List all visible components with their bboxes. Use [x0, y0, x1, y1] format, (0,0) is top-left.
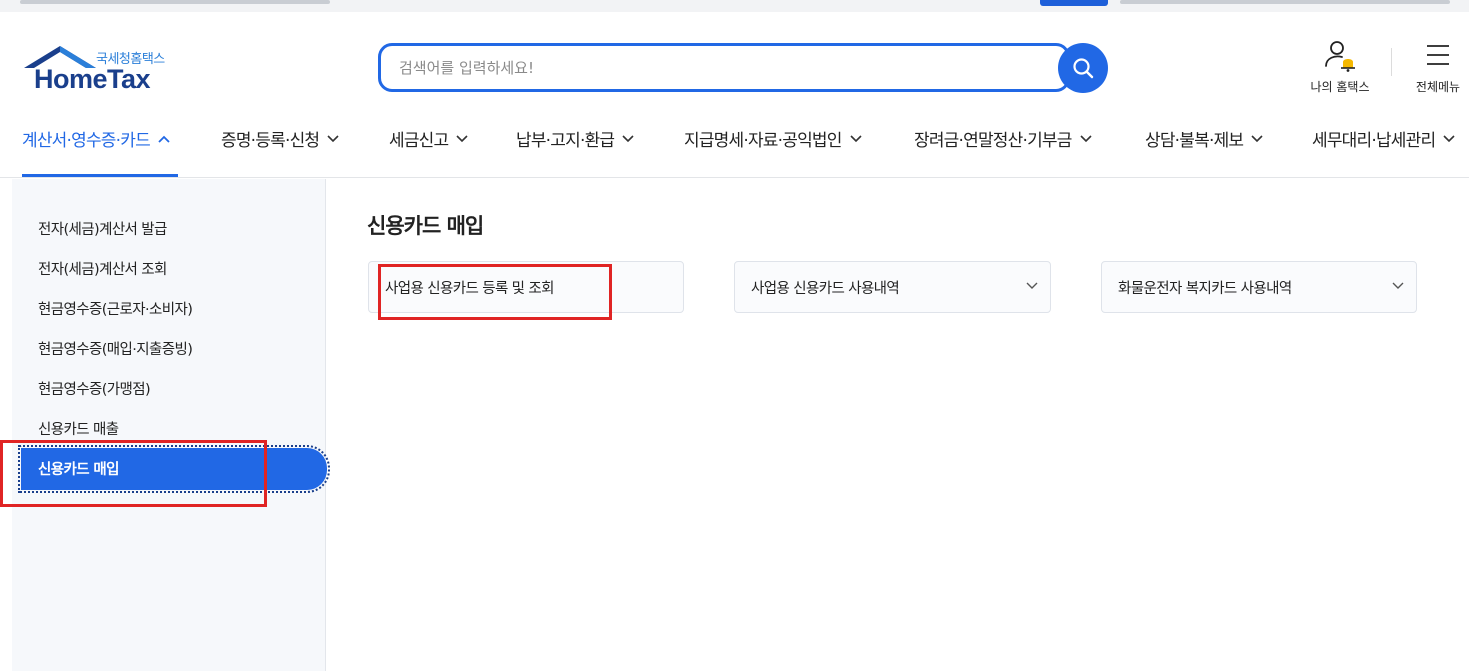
my-hometax-label: 나의 홈택스: [1310, 80, 1370, 94]
top-utility-left: [20, 0, 330, 4]
all-menu-label: 전체메뉴: [1415, 80, 1461, 94]
hamburger-menu-icon: [1427, 45, 1449, 65]
gnb-item-label: 상담·불복·제보: [1145, 131, 1244, 151]
gnb-item-payment[interactable]: 납부·고지·환급: [516, 126, 634, 151]
page-title: 신용카드 매입: [367, 214, 484, 238]
all-menu-button[interactable]: 전체메뉴: [1408, 40, 1468, 95]
search-input[interactable]: [399, 55, 1039, 81]
global-nav: 계산서·영수증·카드 증명·등록·신청 세금신고 납부·고지·환급 지급명세·자…: [0, 118, 1469, 178]
gnb-item-agency[interactable]: 세무대리·납세관리: [1312, 126, 1455, 151]
gnb-item-consulting[interactable]: 상담·불복·제보: [1145, 126, 1263, 151]
logo-title: HomeTax: [34, 64, 151, 94]
chevron-down-icon: [622, 134, 634, 142]
util-divider: [1391, 48, 1392, 76]
gnb-item-label: 계산서·영수증·카드: [22, 131, 151, 151]
card-freight-welfare-card-usage[interactable]: 화물운전자 복지카드 사용내역: [1101, 261, 1417, 313]
sidebar: 전자(세금)계산서 발급 전자(세금)계산서 조회 현금영수증(근로자·소비자)…: [12, 179, 330, 671]
search-box: [378, 43, 1070, 92]
gnb-item-label: 세금신고: [389, 131, 449, 151]
sidebar-item-label: 신용카드 매입: [38, 462, 119, 478]
sidebar-item-credit-card-sales[interactable]: 신용카드 매출: [38, 418, 119, 439]
search-icon: [1073, 58, 1094, 79]
user-bell-icon: [1325, 41, 1355, 72]
card-label: 사업용 신용카드 사용내역: [751, 281, 900, 297]
sidebar-item-credit-card-purchase[interactable]: 신용카드 매입: [18, 445, 330, 493]
top-utility-bar: [0, 0, 1469, 12]
gnb-active-underline: [22, 174, 178, 177]
chevron-down-icon: [1026, 282, 1038, 289]
gnb-item-label: 세무대리·납세관리: [1312, 131, 1436, 151]
chevron-down-icon: [850, 134, 862, 142]
chevron-up-icon: [158, 135, 170, 143]
gnb-item-certificates[interactable]: 증명·등록·신청: [221, 126, 339, 151]
gnb-item-tax-filing[interactable]: 세금신고: [389, 126, 468, 151]
chevron-down-icon: [1443, 134, 1455, 142]
sidebar-item-cash-receipt-merchant[interactable]: 현금영수증(가맹점): [38, 378, 151, 399]
card-business-card-usage[interactable]: 사업용 신용카드 사용내역: [734, 261, 1051, 313]
sidebar-item-cash-receipt-purchase[interactable]: 현금영수증(매입·지출증빙): [38, 338, 193, 359]
gnb-item-label: 증명·등록·신청: [221, 131, 320, 151]
card-business-card-register[interactable]: 사업용 신용카드 등록 및 조회: [368, 261, 684, 313]
top-utility-right: [1120, 0, 1450, 4]
chevron-down-icon: [327, 134, 339, 142]
gnb-item-label: 장려금·연말정산·기부금: [914, 131, 1072, 151]
chevron-down-icon: [1251, 134, 1263, 142]
sidebar-item-e-invoice-issue[interactable]: 전자(세금)계산서 발급: [38, 218, 167, 239]
hometax-logo[interactable]: 국세청홈택스 HomeTax: [22, 44, 182, 96]
chevron-down-icon: [1080, 134, 1092, 142]
card-label: 사업용 신용카드 등록 및 조회: [385, 281, 555, 297]
chevron-down-icon: [456, 134, 468, 142]
sidebar-item-cash-receipt-consumer[interactable]: 현금영수증(근로자·소비자): [38, 298, 193, 319]
my-hometax-button[interactable]: 나의 홈택스: [1300, 40, 1380, 95]
gnb-item-receipts-cards[interactable]: 계산서·영수증·카드: [22, 126, 170, 151]
chevron-down-icon: [1392, 282, 1404, 289]
gnb-item-label: 지급명세·자료·공익법인: [684, 131, 842, 151]
card-label: 화물운전자 복지카드 사용내역: [1118, 281, 1292, 297]
top-utility-pill[interactable]: [1040, 0, 1108, 6]
gnb-item-incentives[interactable]: 장려금·연말정산·기부금: [914, 126, 1092, 151]
search-button[interactable]: [1058, 43, 1108, 93]
sidebar-item-e-invoice-inquiry[interactable]: 전자(세금)계산서 조회: [38, 258, 167, 279]
gnb-item-label: 납부·고지·환급: [516, 131, 615, 151]
gnb-item-statements[interactable]: 지급명세·자료·공익법인: [684, 126, 862, 151]
